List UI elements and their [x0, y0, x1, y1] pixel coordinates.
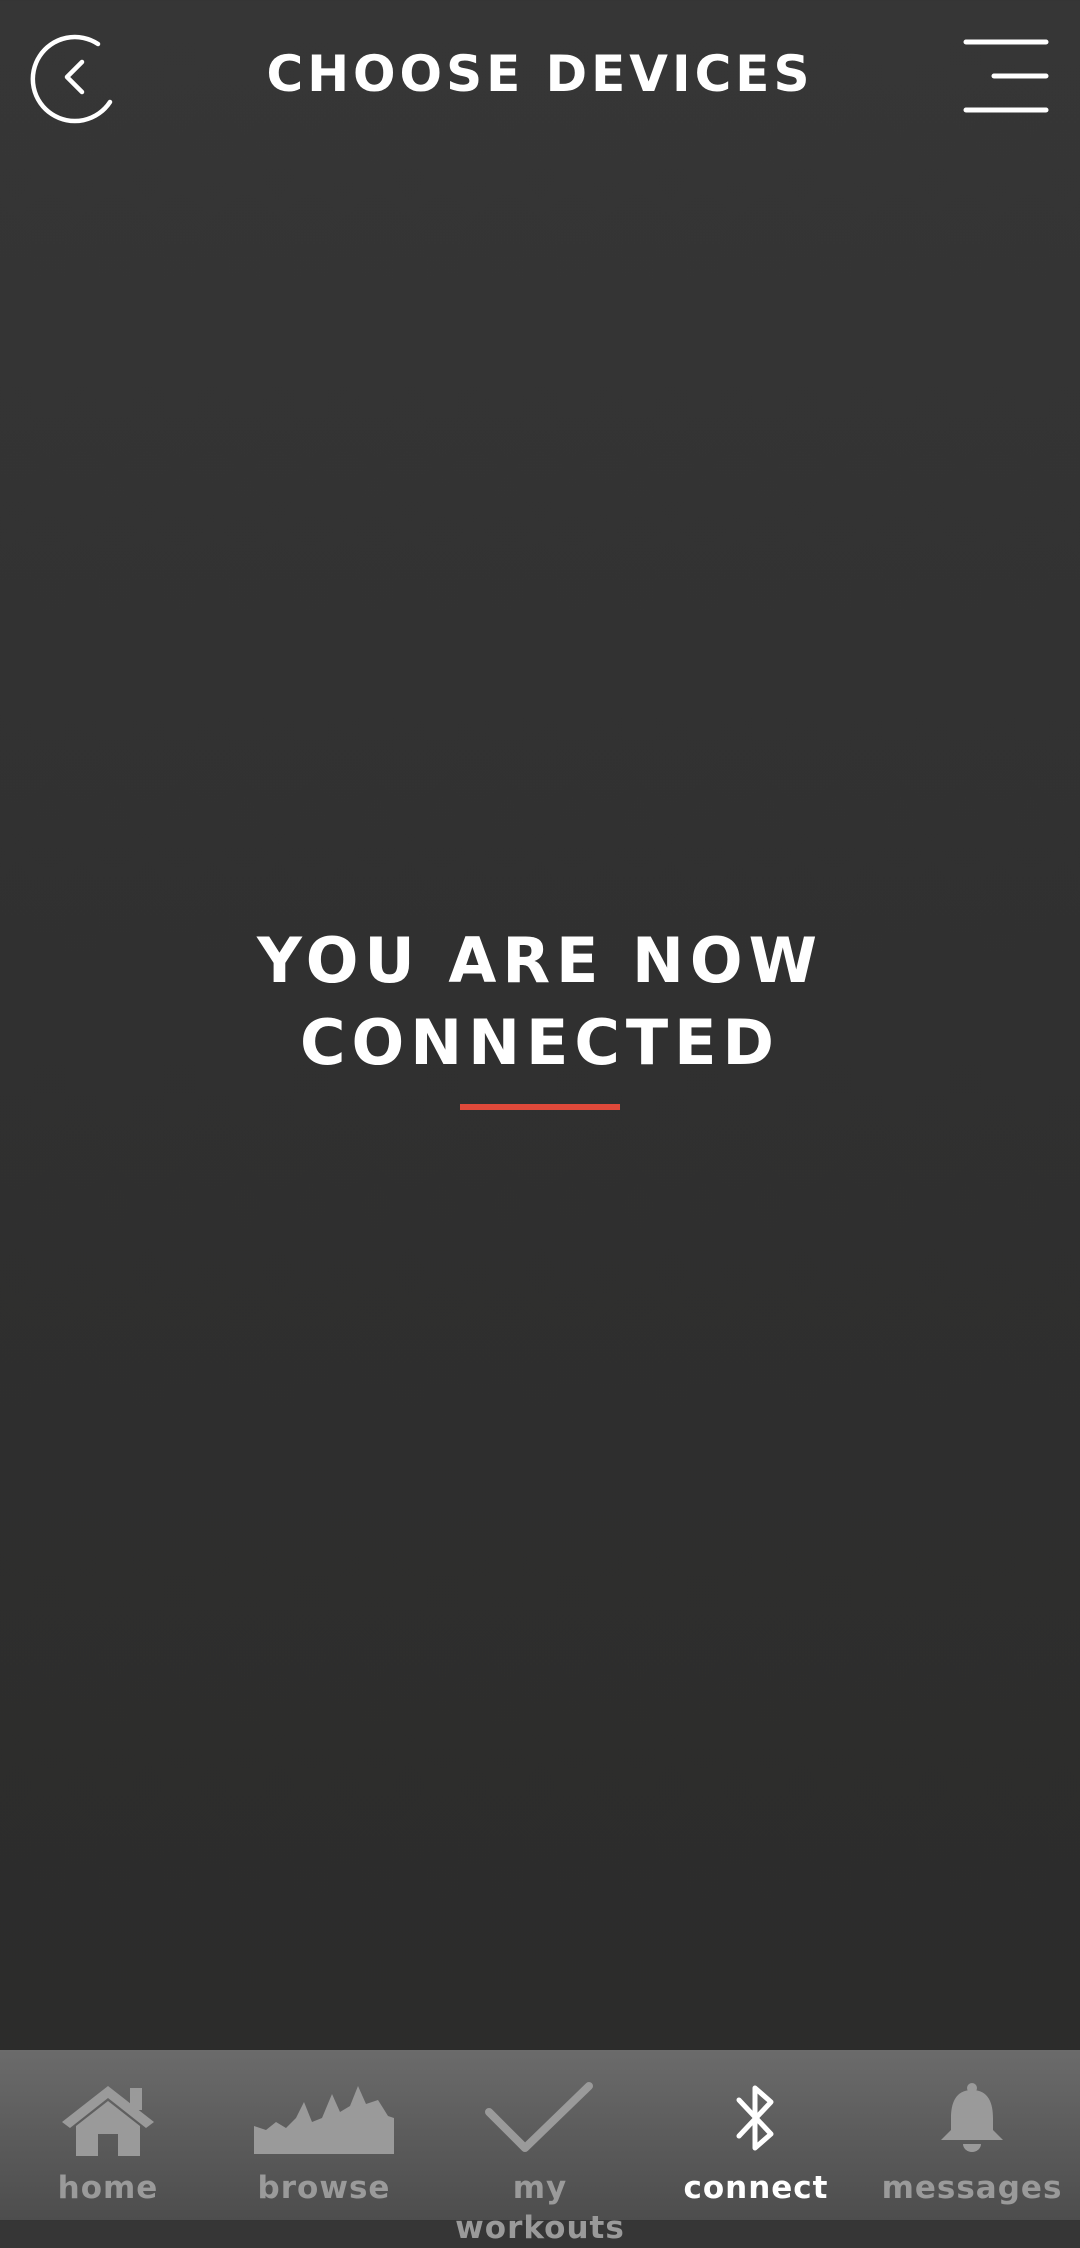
tab-my-workouts[interactable]: my workouts	[432, 2050, 648, 2246]
menu-button[interactable]	[960, 36, 1050, 116]
checkmark-icon	[485, 2082, 593, 2152]
tab-connect-label: connect	[683, 2170, 829, 2206]
tab-connect[interactable]: connect	[648, 2050, 864, 2220]
status-line-2: CONNECTED	[300, 1006, 780, 1079]
tab-browse[interactable]: browse	[216, 2050, 432, 2220]
tab-messages-label: messages	[881, 2170, 1063, 2206]
tab-home[interactable]: home	[0, 2050, 216, 2220]
hamburger-menu-icon	[963, 39, 1049, 113]
tab-messages[interactable]: messages	[864, 2050, 1080, 2220]
mountain-profile-icon	[254, 2086, 394, 2154]
connection-status: YOU ARE NOW CONNECTED	[0, 920, 1080, 1110]
bell-icon	[941, 2083, 1003, 2152]
tab-my-workouts-label: my workouts	[455, 2170, 625, 2246]
bluetooth-icon	[736, 2085, 774, 2151]
accent-underline	[460, 1104, 620, 1110]
page-title: CHOOSE DEVICES	[266, 45, 814, 103]
home-icon	[62, 2086, 154, 2156]
tab-browse-label: browse	[257, 2170, 391, 2206]
status-line-1: YOU ARE NOW	[257, 924, 823, 997]
tab-home-label: home	[57, 2170, 159, 2206]
bottom-tab-bar: home browse my workouts connect messages	[0, 2050, 1080, 2246]
top-bar: CHOOSE DEVICES	[0, 0, 1080, 150]
